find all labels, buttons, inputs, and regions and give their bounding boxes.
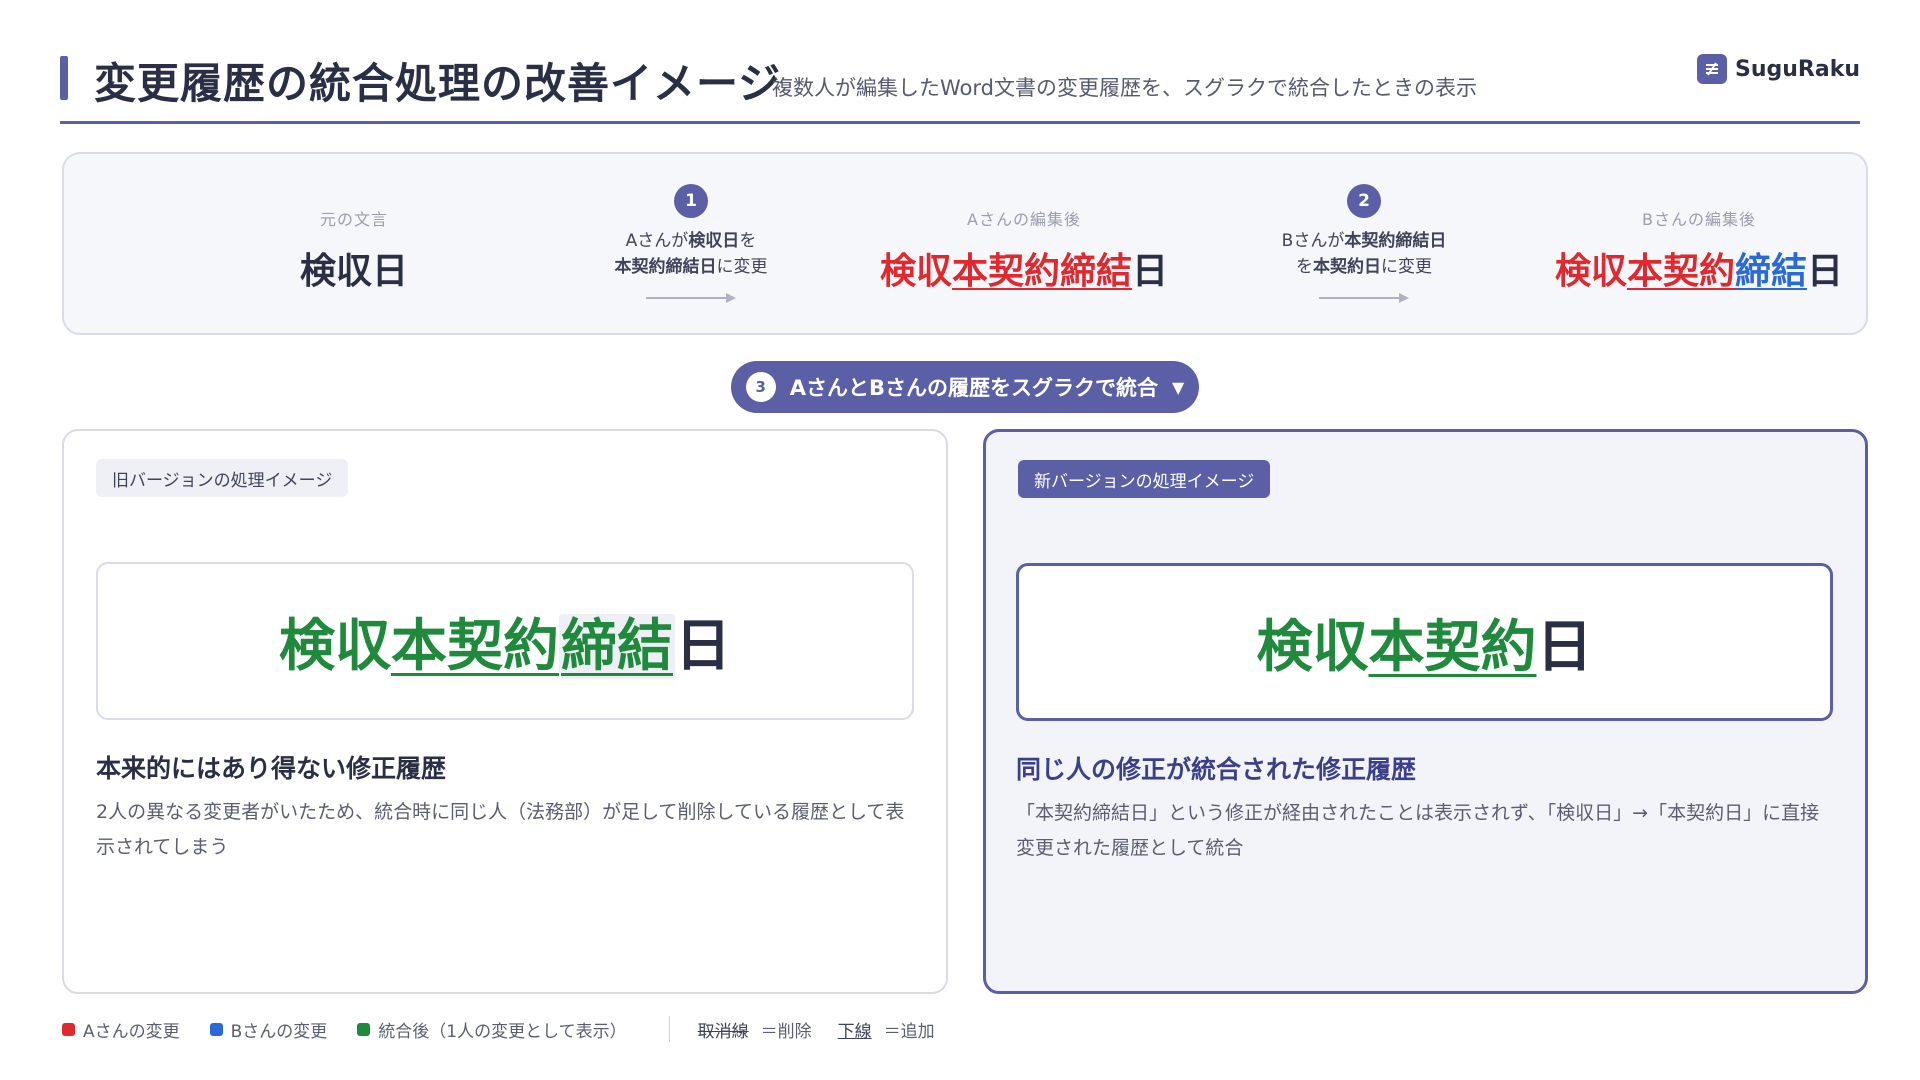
step-1-description: Aさんが検収日を 本契約締結日に変更 — [614, 231, 768, 277]
page-subtitle: 複数人が編集したWord文書の変更履歴を、スグラクで統合したときの表示 — [772, 76, 1477, 100]
old-version-tag: 旧バージョンの処理イメージ — [96, 459, 349, 497]
legend: Aさんの変更 Bさんの変更 統合後（1人の変更として表示） 取消線 ＝削除 下線… — [62, 1016, 961, 1042]
old-version-result-text: 検収本契約締結日 — [279, 613, 731, 679]
old-version-result-box: 検収本契約締結日 — [96, 562, 914, 720]
old-version-heading: 本来的にはあり得ない修正履歴 — [96, 754, 447, 783]
stage-original-label: 元の文言 — [319, 210, 388, 229]
title-accent-bar — [60, 56, 68, 100]
stage-after-a-text: 検収本契約締結日 — [879, 251, 1169, 292]
blue-dot-icon — [209, 1022, 223, 1036]
stage-original: 元の文言 検収日 — [234, 206, 474, 294]
stage-after-b-label: Bさんの編集後 — [1642, 210, 1756, 229]
old-version-card: 旧バージョンの処理イメージ 検収本契約締結日 本来的にはあり得ない修正履歴 2人… — [62, 429, 948, 994]
brand-name: SuguRaku — [1735, 56, 1860, 82]
step-2-description: Bさんが本契約締結日 を本契約日に変更 — [1281, 231, 1447, 277]
old-version-body: 2人の異なる変更者がいたため、統合時に同じ人（法務部）が足して削除している履歴と… — [96, 801, 905, 858]
new-version-heading: 同じ人の修正が統合された修正履歴 — [1016, 755, 1417, 784]
step-2: 2 Bさんが本契約締結日 を本契約日に変更 — [1254, 184, 1474, 304]
new-version-result-text: 検収本契約日 — [1256, 614, 1593, 680]
legend-merged: 統合後（1人の変更として表示） — [357, 1017, 627, 1042]
green-dot-icon — [357, 1022, 371, 1036]
legend-divider — [668, 1016, 670, 1042]
step-2-arrow-icon — [1319, 292, 1409, 304]
merge-label: AさんとBさんの履歴をスグラクで統合 — [789, 376, 1158, 400]
stage-after-a: Aさんの編集後 検収本契約締結日 — [844, 206, 1204, 294]
stage-after-b-text: 検収本契約締結日 — [1554, 251, 1844, 292]
step-1: 1 Aさんが検収日を 本契約締結日に変更 — [581, 184, 801, 304]
new-version-tag: 新バージョンの処理イメージ — [1018, 460, 1271, 498]
legend-a-change: Aさんの変更 — [62, 1017, 180, 1042]
step-1-arrow-icon — [646, 292, 736, 304]
merge-step-pill[interactable]: 3 AさんとBさんの履歴をスグラクで統合 ▼ — [731, 361, 1199, 413]
new-version-result-box: 検収本契約日 — [1016, 563, 1833, 721]
brand-icon — [1697, 54, 1727, 84]
stage-after-b: Bさんの編集後 検収本契約締結日 — [1519, 206, 1879, 294]
legend-underline-sample: 下線 — [837, 1021, 872, 1042]
step-1-number: 1 — [674, 184, 708, 218]
legend-strike-sample: 取消線 — [697, 1021, 749, 1042]
legend-b-change: Bさんの変更 — [209, 1017, 327, 1042]
edit-flow-panel: 元の文言 検収日 1 Aさんが検収日を 本契約締結日に変更 Aさんの編集後 検収… — [62, 152, 1868, 335]
brand-logo: SuguRaku — [1697, 54, 1860, 84]
new-version-card: 新バージョンの処理イメージ 検収本契約日 同じ人の修正が統合された修正履歴 「本… — [983, 429, 1868, 994]
new-version-body: 「本契約締結日」という修正が経由されたことは表示されず、「検収日」→「本契約日」… — [1016, 802, 1820, 859]
stage-original-text: 検収日 — [299, 251, 408, 292]
step-3-number: 3 — [745, 372, 776, 402]
legend-strike-meaning: ＝削除 — [760, 1021, 812, 1042]
legend-underline-meaning: ＝追加 — [883, 1021, 935, 1042]
red-dot-icon — [62, 1022, 75, 1036]
stage-after-a-label: Aさんの編集後 — [967, 210, 1081, 229]
step-2-number: 2 — [1347, 184, 1381, 218]
page-title: 変更履歴の統合処理の改善イメージ — [94, 59, 782, 108]
header: 変更履歴の統合処理の改善イメージ 複数人が編集したWord文書の変更履歴を、スグ… — [60, 48, 1860, 124]
caret-down-icon: ▼ — [1171, 377, 1185, 397]
